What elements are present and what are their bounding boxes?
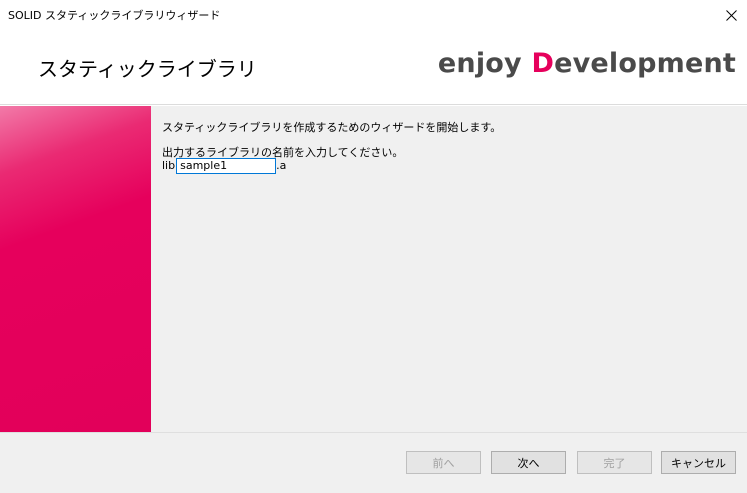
sidebar-banner bbox=[0, 106, 151, 432]
next-button[interactable]: 次へ bbox=[491, 451, 566, 474]
brand-accent: D bbox=[531, 48, 555, 79]
close-button[interactable] bbox=[716, 0, 747, 31]
brand-suffix: evelopment bbox=[554, 48, 736, 79]
lib-name-row: lib .a bbox=[162, 157, 286, 174]
window-title: SOLID スタティックライブラリウィザード bbox=[8, 9, 221, 22]
back-button[interactable]: 前へ bbox=[406, 451, 481, 474]
intro-text: スタティックライブラリを作成するためのウィザードを開始します。 bbox=[162, 121, 502, 134]
wizard-footer: 前へ 次へ 完了 キャンセル bbox=[0, 432, 747, 493]
finish-button[interactable]: 完了 bbox=[577, 451, 652, 474]
cancel-button[interactable]: キャンセル bbox=[661, 451, 736, 474]
brand-prefix: enjoy bbox=[437, 48, 532, 79]
lib-prefix-label: lib bbox=[162, 159, 176, 172]
lib-suffix-label: .a bbox=[276, 159, 287, 172]
library-name-input[interactable] bbox=[176, 157, 277, 174]
page-title: スタティックライブラリ bbox=[38, 57, 257, 81]
brand-logo: enjoy Development bbox=[438, 48, 736, 79]
wizard-header: スタティックライブラリ enjoy Development bbox=[0, 31, 747, 105]
title-bar: SOLID スタティックライブラリウィザード bbox=[0, 0, 747, 31]
close-icon bbox=[726, 10, 737, 21]
wizard-content: スタティックライブラリを作成するためのウィザードを開始します。 出力するライブラ… bbox=[151, 106, 747, 432]
